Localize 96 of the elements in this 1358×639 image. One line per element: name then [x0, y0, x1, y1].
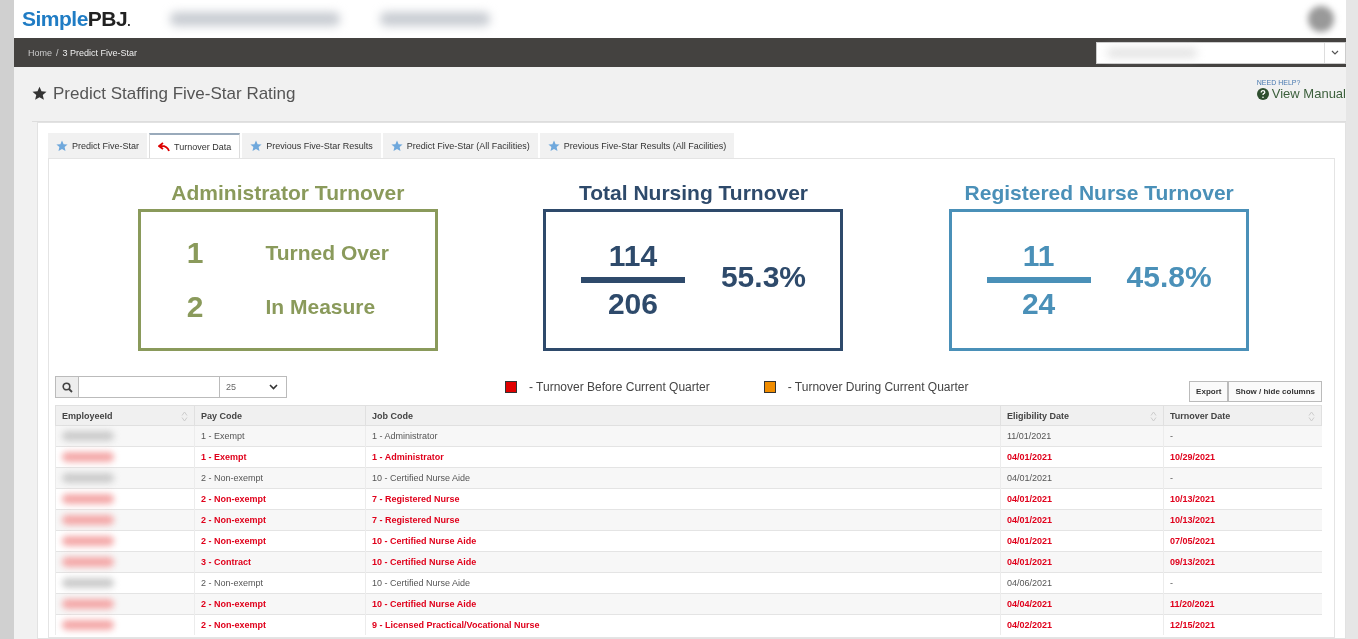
back-arrow-icon — [158, 141, 171, 152]
table-cell: 12/15/2021 — [1163, 614, 1322, 635]
table-cell: 04/04/2021 — [1000, 593, 1164, 615]
table-cell: 2 - Non-exempt — [194, 572, 366, 594]
table-cell: 10 - Certified Nurse Aide — [365, 593, 1001, 615]
table-cell: 10 - Certified Nurse Aide — [365, 551, 1001, 573]
numerator: 11 — [1022, 239, 1055, 273]
table-cell: 09/13/2021 — [1163, 551, 1322, 573]
star-icon — [56, 140, 68, 152]
avatar-icon[interactable] — [1308, 6, 1334, 32]
redacted-id — [62, 599, 114, 609]
caret-icon — [1331, 50, 1339, 55]
tab[interactable]: Predict Five-Star — [48, 133, 148, 158]
stat-value: 2 — [186, 290, 204, 324]
card-title: Administrator Turnover — [171, 181, 405, 205]
table-cell: 10 - Certified Nurse Aide — [365, 467, 1001, 489]
denominator: 206 — [607, 287, 658, 321]
column-header[interactable]: Eligibility Date — [1000, 405, 1164, 426]
legend-label: - Turnover Before Current Quarter — [529, 380, 710, 394]
table-cell: 7 - Registered Nurse — [365, 509, 1001, 531]
tab[interactable]: Previous Five-Star Results — [242, 133, 381, 158]
table-cell: 04/02/2021 — [1000, 614, 1164, 635]
card-title: Total Nursing Turnover — [578, 181, 808, 205]
table-cell: 2 - Non-exempt — [194, 614, 366, 635]
redacted-id — [62, 536, 114, 546]
table-cell: 10 - Certified Nurse Aide — [365, 572, 1001, 594]
redacted-id — [62, 431, 114, 441]
column-header[interactable]: EmployeeId — [55, 405, 195, 426]
table-cell: 3 - Contract — [194, 551, 366, 573]
table-cell: 2 - Non-exempt — [194, 509, 366, 531]
table-cell: 04/01/2021 — [1000, 509, 1164, 531]
sort-icon — [1308, 411, 1315, 422]
sort-icon — [181, 411, 188, 422]
table-cell: 04/01/2021 — [1000, 551, 1164, 573]
stat-label: In Measure — [265, 295, 377, 319]
card-title: Registered Nurse Turnover — [964, 181, 1234, 205]
legend-label: - Turnover During Current Quarter — [787, 380, 969, 394]
tab[interactable]: Predict Five-Star (All Facilities) — [382, 133, 538, 158]
toolbar-button[interactable]: Show / hide columns — [1228, 380, 1322, 402]
table-cell: 04/06/2021 — [1000, 572, 1164, 594]
toolbar-button[interactable]: Export — [1189, 380, 1229, 402]
column-header[interactable]: Job Code — [365, 405, 1001, 426]
star-icon — [250, 140, 263, 152]
redacted-id — [62, 494, 114, 504]
redacted-id — [62, 473, 114, 483]
table-cell: - — [1163, 572, 1322, 594]
tab[interactable]: Turnover Data — [149, 133, 241, 158]
column-header[interactable]: Pay Code — [194, 405, 366, 426]
logo[interactable]: SimplePBJ. — [22, 7, 131, 31]
table-cell: 10/29/2021 — [1163, 446, 1322, 468]
star-icon — [547, 140, 560, 152]
redacted-id — [62, 452, 114, 462]
table-cell: 10/13/2021 — [1163, 488, 1322, 510]
stat-value: 1 — [186, 236, 204, 270]
table-cell: 1 - Administrator — [365, 425, 1001, 447]
table-cell: - — [1163, 425, 1322, 447]
page-title: Predict Staffing Five-Star Rating — [53, 84, 296, 104]
tab[interactable]: Previous Five-Star Results (All Facilities) — [539, 133, 735, 158]
table-cell: 9 - Licensed Practical/Vocational Nurse — [365, 614, 1001, 635]
help-icon — [1256, 87, 1269, 100]
percentage: 55.3% — [720, 260, 806, 294]
table-cell: 04/01/2021 — [1000, 488, 1164, 510]
table-cell: 07/05/2021 — [1163, 530, 1322, 552]
table-cell: 11/20/2021 — [1163, 593, 1322, 615]
table-cell: 1 - Administrator — [365, 446, 1001, 468]
redacted-id — [62, 578, 114, 588]
table-cell: 7 - Registered Nurse — [365, 488, 1001, 510]
table-cell: 04/01/2021 — [1000, 467, 1164, 489]
redacted-id — [62, 557, 114, 567]
facility-select[interactable] — [1096, 41, 1346, 64]
table-cell: 04/01/2021 — [1000, 530, 1164, 552]
sort-icon — [1150, 411, 1157, 422]
view-manual-link[interactable]: View Manual — [1256, 86, 1346, 101]
table-cell: 04/01/2021 — [1000, 446, 1164, 468]
table-cell: 11/01/2021 — [1000, 425, 1164, 447]
table-cell: 2 - Non-exempt — [194, 488, 366, 510]
breadcrumb-link[interactable]: Home — [28, 47, 52, 58]
table-cell: 2 - Non-exempt — [194, 467, 366, 489]
star-icon — [390, 140, 403, 152]
percentage: 45.8% — [1126, 260, 1212, 294]
breadcrumb-link[interactable]: 3 Predict Five-Star — [62, 47, 138, 58]
table-cell: 1 - Exempt — [194, 446, 366, 468]
redacted-id — [62, 620, 114, 630]
table-cell: 2 - Non-exempt — [194, 530, 366, 552]
table-cell: 2 - Non-exempt — [194, 593, 366, 615]
table-cell: 1 - Exempt — [194, 425, 366, 447]
table-cell: 10 - Certified Nurse Aide — [365, 530, 1001, 552]
redacted-id — [62, 515, 114, 525]
star-icon — [32, 86, 47, 101]
stat-label: Turned Over — [265, 241, 389, 265]
denominator: 24 — [1021, 287, 1056, 321]
numerator: 114 — [608, 239, 658, 273]
table-cell: 10/13/2021 — [1163, 509, 1322, 531]
breadcrumb-separator: / — [56, 47, 59, 58]
column-header[interactable]: Turnover Date — [1163, 405, 1322, 426]
table-cell: - — [1163, 467, 1322, 489]
